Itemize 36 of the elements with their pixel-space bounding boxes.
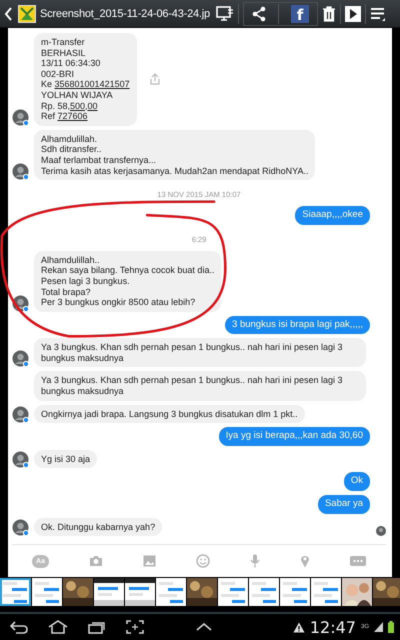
link[interactable]: 500,00 — [70, 100, 98, 111]
home-icon[interactable] — [48, 620, 68, 634]
received-message: Ongkirnya jadi brapa. Langsung 3 bungkus disatukan dlm 1 pkt.. — [34, 404, 305, 424]
battery-icon — [388, 621, 394, 633]
screenshot-icon[interactable] — [126, 620, 144, 634]
clock: 12:47 — [310, 618, 356, 636]
sent-message: Siaaap,,,,okee — [295, 206, 370, 225]
received-message: m-Transfer BERHASIL 13/11 06:34:30 002-BRI Ke 356801001421507 YOLHAN WIJAYA Rp. 58,500,00 Ref 727606 — [34, 33, 137, 126]
received-message: Ya 3 bungkus. Khan sdh pernah pesan 1 bungkus.. nah hari ini pesen lagi 3 bungkus maksudnya — [34, 338, 366, 368]
message-line: Ref 727606 — [41, 111, 89, 122]
screen-mirror-icon[interactable] — [216, 6, 234, 22]
back-icon[interactable] — [10, 620, 28, 634]
received-message: Alhamdulillah.. Rekan saya bilang. Tehnya cocok buat dia.. Pesen lagi 3 bungkus. Total brapa? Per 3 bungkus ongkir 8500 atau lebih? — [34, 250, 222, 312]
received-message: Ok. Ditunggu kabarnya yah? — [34, 518, 162, 536]
file-title: Screenshot_2015-11-24-06-43-24.jp — [40, 8, 211, 20]
message-line: Ke 356801001421507 — [41, 79, 130, 90]
received-message: Alhamdulillah. Sdh ditransfer.. Maaf terlambat transfernya... Terima kasih atas kerjasamanya. Mudah2an mendapat RidhoNYA.. — [34, 130, 316, 180]
sent-message: Ok — [344, 472, 370, 492]
caret-up-icon[interactable] — [196, 623, 212, 631]
link[interactable]: 356801001421507 — [54, 79, 130, 90]
received-message: Yg isi 30 aja — [34, 450, 98, 468]
sent-message: 3 bungkus isi brapa lagi pak,,,,, — [225, 316, 370, 334]
facebook-button[interactable]: f — [291, 4, 309, 22]
link[interactable]: 727606 — [58, 111, 88, 122]
share-icon[interactable] — [252, 6, 266, 22]
received-message: Ya 3 bungkus. Khan sdh pernah pesan 1 bungkus.. nah hari ini pesen lagi 3 bungkus maksudnya — [34, 371, 366, 401]
sent-message: Sabar ya — [318, 495, 370, 514]
warning-icon — [292, 622, 305, 632]
back-icon[interactable] — [4, 6, 14, 22]
trash-icon[interactable] — [322, 6, 336, 22]
message-line: Rp. 58,500,00 — [41, 100, 99, 112]
play-icon[interactable] — [345, 6, 361, 22]
recent-apps-icon[interactable] — [88, 620, 106, 634]
menu-icon[interactable] — [370, 6, 386, 22]
sent-message: Iya yg isi berapa,,,kan ada 30,60 — [218, 427, 370, 446]
signal-icon — [374, 622, 383, 632]
